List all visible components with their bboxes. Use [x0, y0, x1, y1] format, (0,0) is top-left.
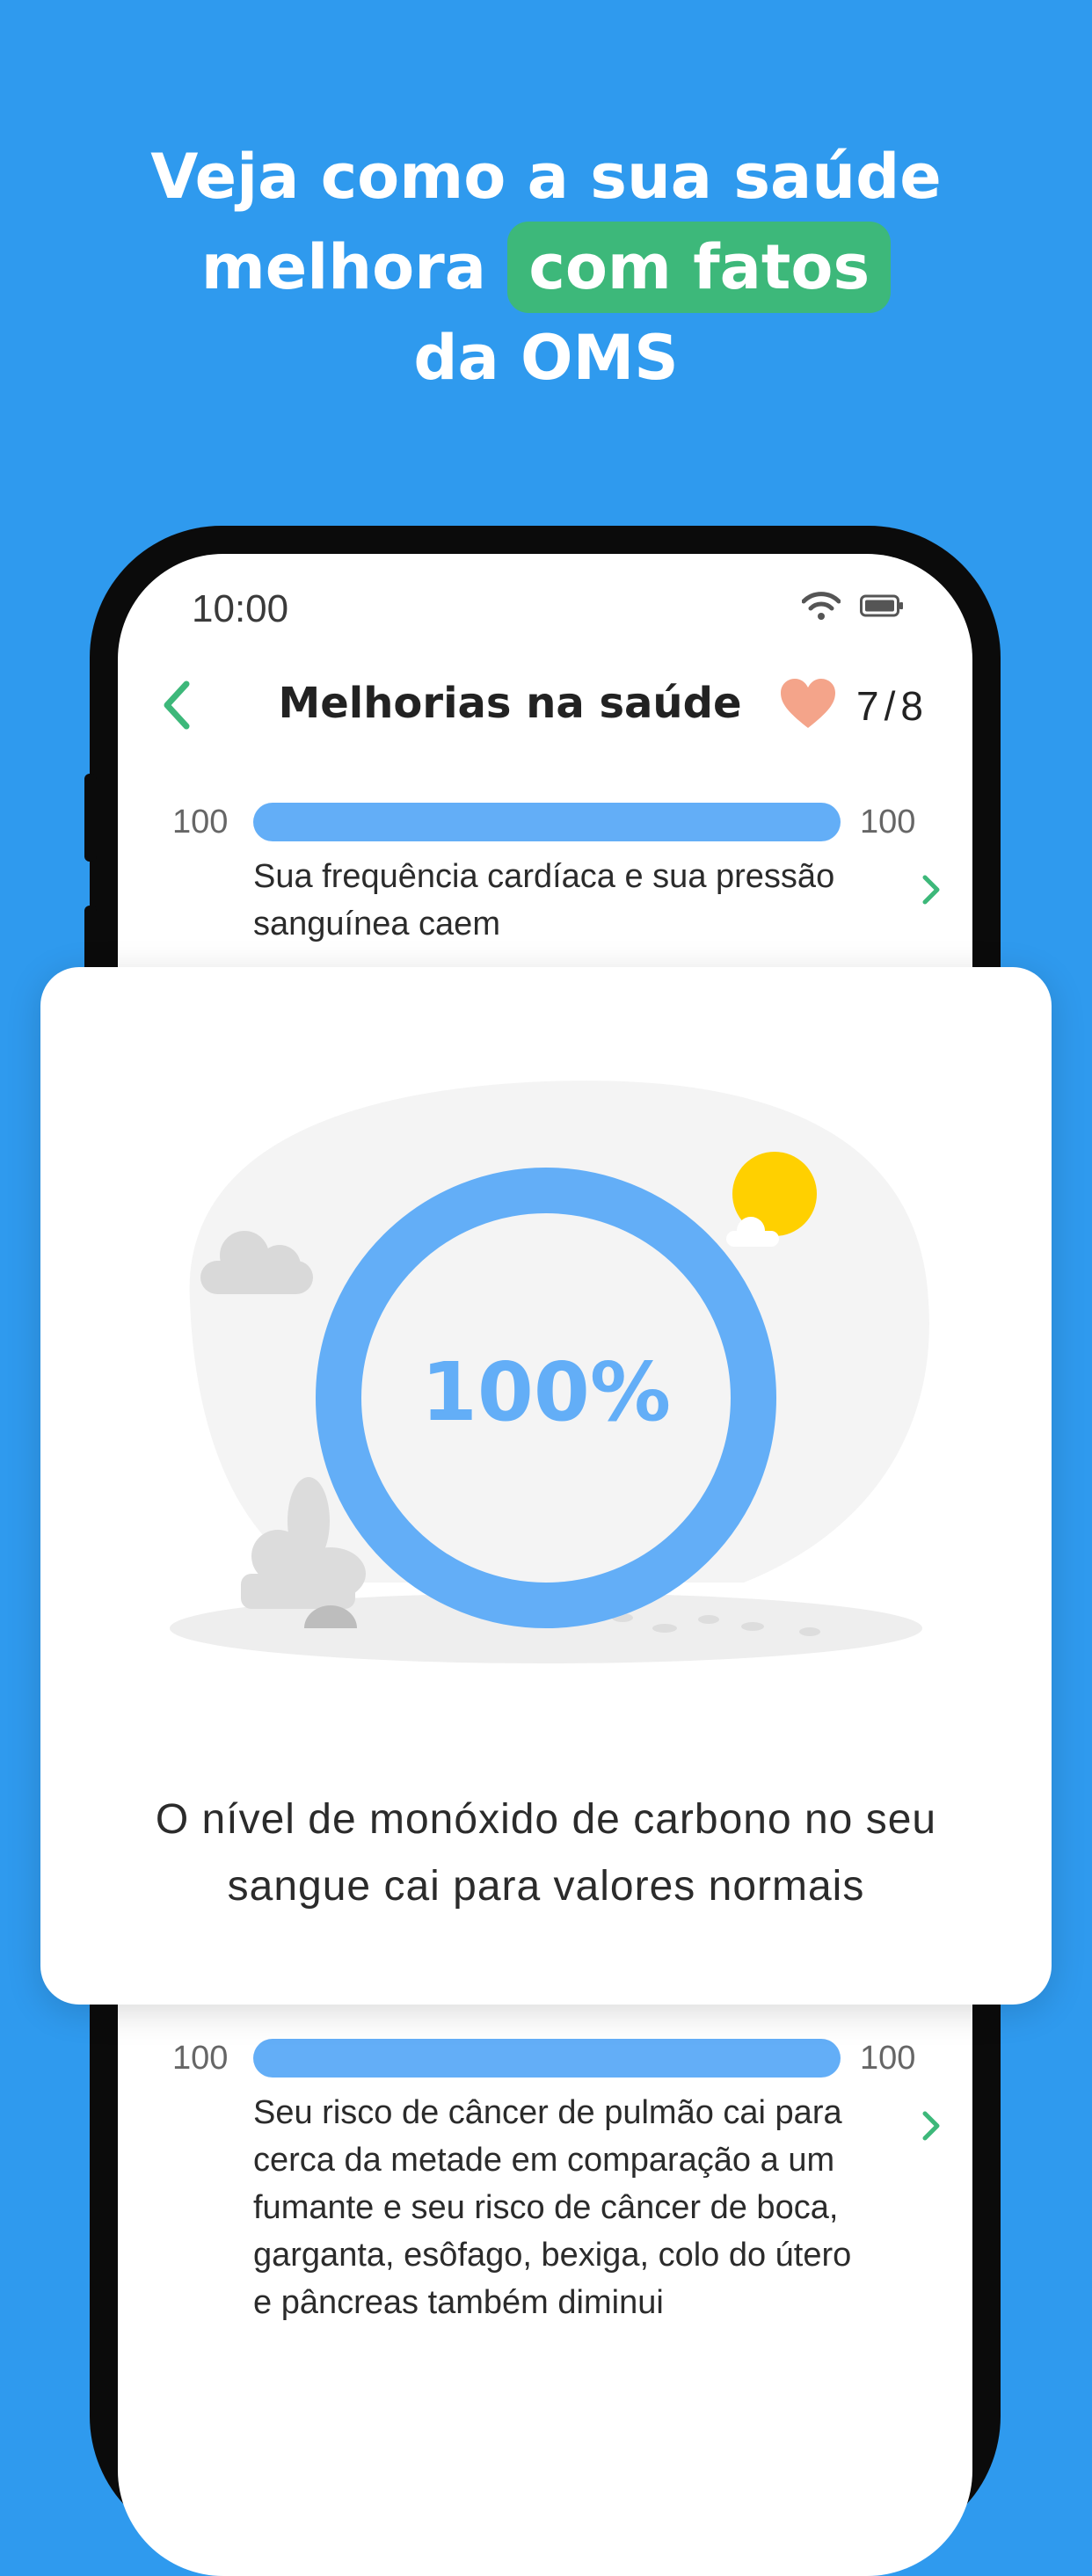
page-title: Melhorias na saúde — [278, 679, 742, 728]
headline-line-2: melhora com fatos — [0, 222, 1092, 313]
count-separator: / — [884, 683, 896, 729]
row-start-value: 100 — [172, 2040, 229, 2077]
status-time: 10:00 — [192, 587, 289, 630]
status-icons — [802, 591, 904, 621]
count-total: 8 — [900, 683, 923, 729]
progress-bar — [253, 2039, 841, 2078]
row-start-value: 100 — [172, 804, 229, 840]
wifi-icon — [802, 592, 841, 620]
row-description: Seu risco de câncer de pulmão cai para c… — [253, 2094, 852, 2321]
progress-percent: 100% — [420, 1345, 672, 1439]
progress-bar — [253, 803, 841, 841]
row-end-value: 100 — [860, 2040, 916, 2077]
headline-highlight: com fatos — [507, 222, 892, 313]
headline-line-1: Veja como a sua saúde — [150, 141, 942, 213]
phone-side-button — [84, 906, 97, 976]
row-description: Sua frequência cardíaca e sua pressão sa… — [253, 858, 835, 942]
progress-count: 7/8 — [856, 682, 923, 730]
fact-text: O nível de monóxido de carbono no seu sa… — [155, 1796, 937, 1910]
headline-line-3: da OMS — [413, 322, 679, 394]
headline-line-2-text: melhora — [200, 231, 486, 303]
fact-card: 100% O nível de monóxido de carbono no s… — [40, 967, 1052, 2005]
chevron-right-icon[interactable] — [918, 2107, 944, 2145]
headline: Veja como a sua saúde melhora com fatos … — [0, 132, 1092, 403]
row-end-value: 100 — [860, 804, 916, 840]
phone-side-button — [84, 774, 97, 862]
count-done: 7 — [856, 683, 879, 729]
heart-icon — [781, 679, 835, 728]
chevron-right-icon[interactable] — [918, 870, 944, 909]
battery-icon — [860, 594, 903, 617]
